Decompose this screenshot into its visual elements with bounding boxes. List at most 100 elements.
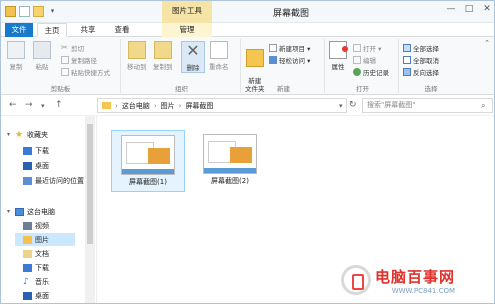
expand-icon[interactable]: ▾ [7,131,10,138]
new-item-label: 新建项目 ▾ [279,45,311,53]
nav-video-label: 视频 [35,221,49,230]
file-item[interactable]: 屏幕截图(2) [193,130,267,192]
breadcrumb-item[interactable]: 图片 [161,101,175,111]
folder-icon [245,49,264,67]
tab-manage[interactable]: 管理 [162,23,212,37]
app-icon[interactable] [5,6,16,17]
group-organize: 移动到 复制到 ✕ 删除 重命名 组织 [123,39,241,93]
nav-this-pc-label: 这台电脑 [27,207,55,216]
nav-desktop-label: 桌面 [35,161,49,170]
window-controls: — □ ✕ [442,1,494,17]
nav-favorites[interactable]: ★ 收藏夹 [15,128,48,141]
tab-file[interactable]: 文件 [5,23,33,37]
nav-pictures-label: 图片 [35,235,49,244]
open-button[interactable]: 打开 ▾ [353,43,381,53]
nav-scrollbar[interactable] [85,116,95,303]
forward-icon[interactable]: → [25,100,33,110]
new-group-label: 新建 [277,85,290,93]
select-none-icon [403,56,411,64]
select-group-label: 选择 [424,85,438,93]
cut-label: 剪切 [71,45,84,53]
tab-view[interactable]: 查看 [107,23,137,37]
back-icon[interactable]: ← [9,100,17,110]
up-icon[interactable]: ↑ [55,100,63,110]
nav-video[interactable]: 视频 [23,219,49,232]
nav-desktop-2-label: 桌面 [35,291,49,300]
select-all-button[interactable]: 全部选择 [403,43,439,53]
easy-access-icon [269,56,277,64]
history-icon [353,68,361,76]
paste-button[interactable]: 粘贴 [33,41,51,71]
copy-path-button[interactable]: 复制路径 [61,55,97,65]
documents-icon [23,249,32,258]
desktop-icon [23,291,32,300]
breadcrumb-item[interactable]: 屏幕截图 [185,101,213,111]
edit-button[interactable]: 编辑 [353,55,376,65]
maximize-icon[interactable]: □ [460,1,478,17]
copy-label: 复制 [9,63,23,71]
watermark-url: WWW.PC841.COM [391,286,456,295]
nav-music[interactable]: ♪ 音乐 [23,275,49,288]
tab-share[interactable]: 共享 [73,23,103,37]
move-to-button[interactable]: 移动到 [127,41,147,71]
copy-path-label: 复制路径 [71,57,97,65]
recent-locations-icon[interactable]: ▾ [41,102,45,110]
search-input[interactable]: 搜索"屏幕截图" [362,98,493,113]
nav-desktop-2[interactable]: 桌面 [23,289,49,302]
paste-shortcut-button[interactable]: 粘贴快捷方式 [61,67,110,77]
new-item-button[interactable]: 新建项目 ▾ [269,43,310,53]
organize-group-label: 组织 [175,85,188,93]
chevron-down-icon[interactable]: ▾ [339,102,343,110]
paste-label: 粘贴 [35,63,49,71]
chevron-up-icon[interactable]: ⌃ [484,39,490,47]
properties-icon[interactable] [19,6,30,17]
new-folder-icon[interactable] [33,6,44,17]
nav-this-pc[interactable]: 这台电脑 [15,205,55,218]
file-item[interactable]: 屏幕截图(1) [111,130,185,192]
ribbon-tabs: 文件 主页 共享 查看 管理 [1,23,494,37]
nav-desktop[interactable]: 桌面 [23,159,49,172]
desktop-icon [23,161,32,170]
copy-to-button[interactable]: 复制到 [153,41,173,71]
edit-label: 编辑 [363,57,376,65]
properties-label: 属性 [331,63,345,71]
easy-access-button[interactable]: 轻松访问 ▾ [269,55,310,65]
open-label: 打开 ▾ [363,45,382,53]
nav-download[interactable]: 下载 [23,144,49,157]
properties-button[interactable]: 属性 [329,41,348,71]
copy-button[interactable]: 复制 [7,41,25,71]
nav-documents[interactable]: 文档 [23,247,49,260]
nav-recent[interactable]: 最近访问的位置 [23,174,84,187]
cut-button[interactable]: ✂ 剪切 [61,43,84,54]
select-all-icon [403,44,411,52]
nav-downloads[interactable]: 下载 [23,261,49,274]
invert-selection-icon [403,68,411,76]
explorer-window: ▾ 图片工具 屏幕截图 — □ ✕ 文件 主页 共享 查看 管理 复制 粘贴 ✂… [0,0,495,304]
expand-icon[interactable]: ▾ [7,208,10,215]
rename-button[interactable]: 重命名 [209,41,229,71]
scrollbar-thumb[interactable] [87,124,93,244]
context-tab-group: 图片工具 [162,1,212,23]
easy-access-label: 轻松访问 ▾ [279,57,311,65]
refresh-icon[interactable]: ↻ [349,100,357,110]
close-icon[interactable]: ✕ [478,1,494,17]
history-button[interactable]: 历史记录 [353,67,389,77]
delete-button[interactable]: ✕ 删除 [181,41,205,73]
file-name: 屏幕截图(1) [129,178,167,186]
breadcrumb-item[interactable]: 这台电脑 [122,101,150,111]
nav-music-label: 音乐 [35,277,49,286]
minimize-icon[interactable]: — [442,1,460,17]
select-none-button[interactable]: 全部取消 [403,55,439,65]
invert-selection-button[interactable]: 反向选择 [403,67,439,77]
chevron-down-icon[interactable]: ▾ [47,6,58,17]
tab-home[interactable]: 主页 [37,23,67,37]
search-icon: ⌕ [481,101,486,110]
nav-documents-label: 文档 [35,249,49,258]
paste-shortcut-icon [61,68,69,76]
navigation-pane: ▾ ★ 收藏夹 下载 桌面 最近访问的位置 ▾ 这台电脑 视频 图片 文档 下载… [1,116,97,303]
nav-pictures[interactable]: 图片 [15,233,75,246]
group-clipboard: 复制 粘贴 ✂ 剪切 复制路径 粘贴快捷方式 剪贴板 [1,39,121,93]
watermark-logo-icon [341,265,371,295]
breadcrumb[interactable]: › 这台电脑 › 图片 › 屏幕截图 [97,98,347,113]
move-to-icon [127,41,146,59]
